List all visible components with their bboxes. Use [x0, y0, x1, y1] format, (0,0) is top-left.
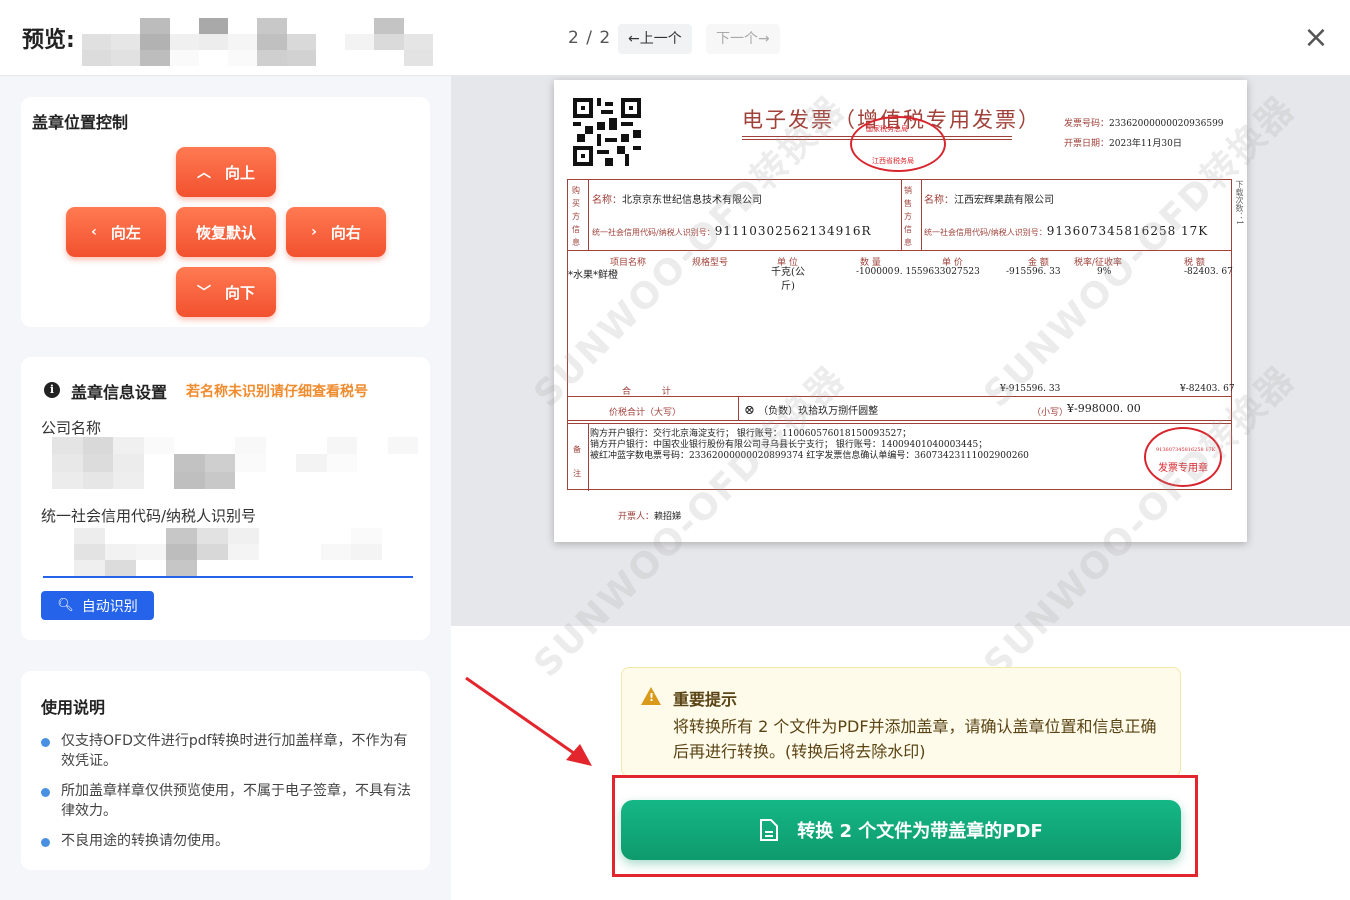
row-price: 9. 1559633027523: [894, 267, 980, 277]
invoice-date-label: 开票日期：2023年11月30日: [1064, 139, 1182, 149]
row-unit: 千克(公斤): [771, 267, 805, 292]
move-left-button[interactable]: ‹ 向左: [66, 207, 166, 257]
filename-blur: [82, 18, 462, 66]
seller-name: 名称：江西宏辉果蔬有限公司: [924, 195, 1054, 206]
close-icon[interactable]: ×: [1300, 22, 1332, 54]
document-icon: [760, 819, 779, 841]
invoice-number-label: 发票号码：23362000000020936599: [1064, 119, 1224, 129]
stamp-info-hint: 若名称未识别请仔细查看税号: [186, 384, 368, 400]
notice-title: 重要提示: [673, 690, 738, 709]
reset-button[interactable]: 恢复默认: [176, 207, 276, 257]
usage-item: 不良用途的转换请勿使用。: [41, 831, 411, 851]
warning-icon: !: [641, 687, 661, 705]
company-name-input[interactable]: [52, 437, 418, 489]
important-notice: ! 重要提示 将转换所有 2 个文件为PDF并添加盖章，请确认盖章位置和信息正确…: [621, 667, 1181, 777]
row-qty: -100000: [856, 267, 894, 277]
tax-id-label: 统一社会信用代码/纳税人识别号: [41, 507, 257, 525]
info-icon: i: [44, 382, 60, 398]
company-name-label: 公司名称: [41, 419, 102, 437]
sum-small-label: （小写）: [1032, 408, 1069, 418]
row-amount: -915596. 33: [1006, 267, 1061, 277]
remark-label: 备注: [573, 445, 581, 478]
stamp-info-title: 盖章信息设置: [71, 383, 168, 402]
total-label: 合 计: [622, 387, 685, 397]
row-tax: -82403. 67: [1184, 267, 1233, 277]
move-up-button[interactable]: ︿ 向上: [176, 147, 276, 197]
page-counter: 2 / 2: [568, 28, 612, 48]
header: 预览: 2 / 2 ←上一个 下一个→ ×: [0, 0, 1350, 76]
usage-item: 所加盖章样章仅供预览使用，不属于电子签章，不具有法律效力。: [41, 781, 411, 821]
prev-button[interactable]: ←上一个: [618, 24, 692, 54]
chevron-left-icon: ‹: [91, 224, 97, 240]
usage-title: 使用说明: [41, 698, 106, 717]
page-title: 预览:: [22, 28, 75, 53]
row-item: *水果*鲜橙: [568, 270, 618, 281]
sum-small: ¥-998000. 00: [1067, 402, 1141, 415]
convert-button[interactable]: 转换 2 个文件为带盖章的PDF: [621, 800, 1181, 860]
chevron-up-icon: ︿: [196, 165, 211, 181]
stamp-position-title: 盖章位置控制: [32, 113, 129, 132]
move-right-button[interactable]: › 向右: [286, 207, 386, 257]
remark-line-3: 被红冲蓝字数电票号码：23362000000020899374 红字发票信息确认…: [590, 451, 1029, 461]
next-button[interactable]: 下一个→: [706, 24, 780, 54]
arrow-left-icon: ←: [628, 31, 640, 47]
arrow-right-icon: →: [758, 31, 770, 47]
usage-item: 仅支持OFD文件进行pdf转换时进行加盖样章，不作为有效凭证。: [41, 731, 411, 771]
chevron-right-icon: ›: [311, 224, 317, 240]
sum-big-label: 价税合计（大写）: [609, 408, 682, 418]
auto-detect-button[interactable]: 🔍︎ 自动识别: [41, 591, 154, 620]
seller-side-label: 销售方信息: [904, 186, 912, 247]
red-arrow-annotation: [465, 676, 592, 766]
notice-body: 将转换所有 2 个文件为PDF并添加盖章，请确认盖章位置和信息正确后再进行转换。…: [673, 717, 1157, 761]
tax-bureau-stamp: 国家税务总局 江西省税务局: [850, 116, 946, 172]
stamp-position-card: 盖章位置控制 ︿ 向上 ‹ 向左 恢复默认 › 向右 ﹀ 向下: [21, 97, 430, 327]
tax-id-input[interactable]: [43, 528, 413, 578]
qr-code-icon: [573, 98, 641, 166]
search-icon: 🔍︎: [57, 598, 74, 613]
move-down-button[interactable]: ﹀ 向下: [176, 267, 276, 317]
buyer-side-label: 购买方信息: [572, 186, 580, 247]
chevron-down-icon: ﹀: [196, 285, 211, 301]
